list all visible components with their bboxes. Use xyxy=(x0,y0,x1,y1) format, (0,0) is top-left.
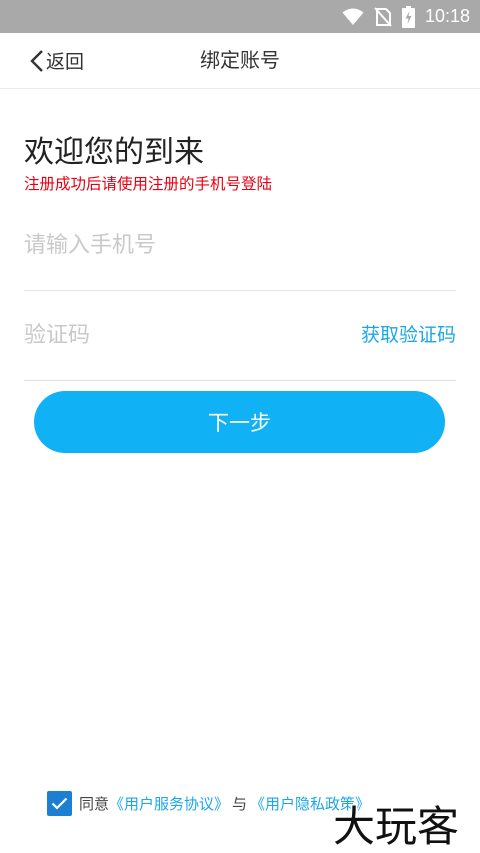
get-code-button[interactable]: 获取验证码 xyxy=(361,290,456,380)
code-field: 获取验证码 xyxy=(24,290,456,381)
navigation-bar: 返回 绑定账号 xyxy=(0,33,480,89)
agreement-row: 同意 《用户服务协议》 与 《用户隐私政策》 xyxy=(47,789,370,817)
next-button[interactable]: 下一步 xyxy=(34,391,445,453)
status-bar: 10:18 xyxy=(0,0,480,33)
watermark-text: 大玩客 xyxy=(333,802,459,851)
checkmark-icon xyxy=(51,797,68,810)
register-hint: 注册成功后请使用注册的手机号登陆 xyxy=(24,175,273,193)
status-time: 10:18 xyxy=(424,6,470,26)
agree-middle: 与 xyxy=(232,794,248,813)
agree-checkbox[interactable] xyxy=(47,790,72,816)
battery-charging-icon xyxy=(401,5,415,28)
page-title: 绑定账号 xyxy=(200,48,280,72)
phone-field xyxy=(24,200,456,291)
watermark-logo: 大玩客 xyxy=(332,801,461,852)
no-sim-icon xyxy=(374,6,392,27)
verification-code-input[interactable] xyxy=(24,290,344,380)
status-icons: 10:18 xyxy=(342,0,470,33)
welcome-title: 欢迎您的到来 xyxy=(24,135,204,170)
agree-prefix: 同意 xyxy=(79,794,110,813)
service-agreement-link[interactable]: 《用户服务协议》 xyxy=(109,793,229,814)
wifi-icon xyxy=(342,8,364,25)
phone-input[interactable] xyxy=(24,200,344,290)
